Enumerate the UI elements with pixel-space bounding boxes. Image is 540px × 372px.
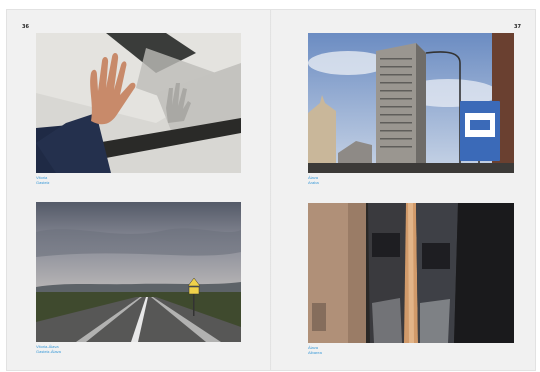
caption-line: Gasteiz-Álava bbox=[36, 349, 61, 354]
photo-road-landscape bbox=[36, 202, 241, 342]
caption-photo-1: Vitoria Gasteiz bbox=[36, 175, 50, 185]
photo-corridor bbox=[308, 203, 514, 343]
photo-hand-on-wall bbox=[36, 33, 241, 173]
caption-photo-4: Álava Albarea bbox=[308, 345, 322, 355]
right-page: 37 Álava Araba Álava Albarea bbox=[271, 10, 535, 370]
caption-photo-2: Vitoria-Álava Gasteiz-Álava bbox=[36, 344, 61, 354]
photo-tower-bus-stop bbox=[308, 33, 514, 173]
page-number-right: 37 bbox=[514, 24, 521, 30]
left-page: 36 Vitoria Gasteiz Vitoria-Álava Gasteiz… bbox=[7, 10, 271, 370]
page-number-left: 36 bbox=[22, 24, 29, 30]
book-spread: 36 Vitoria Gasteiz Vitoria-Álava Gasteiz… bbox=[7, 10, 535, 370]
caption-line: Gasteiz bbox=[36, 180, 50, 185]
caption-photo-3: Álava Araba bbox=[308, 175, 319, 185]
caption-line: Albarea bbox=[308, 350, 322, 355]
caption-line: Araba bbox=[308, 180, 319, 185]
